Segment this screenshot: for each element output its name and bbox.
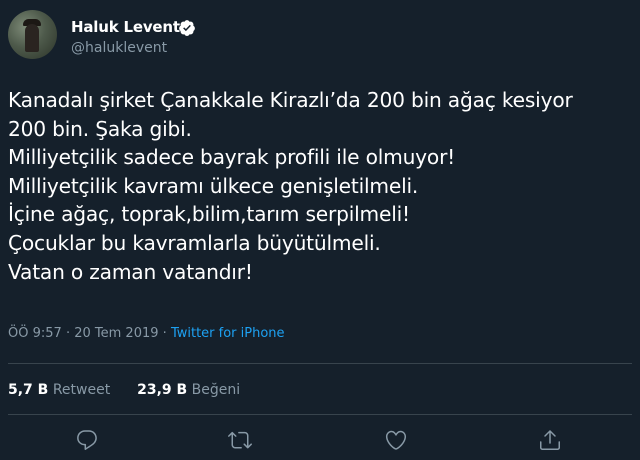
tweet-line: Vatan o zaman vatandır! [8, 259, 253, 284]
verified-badge-icon [178, 19, 196, 37]
tweet-time[interactable]: ÖÖ 9:57 [8, 326, 62, 341]
retweet-stat[interactable]: 5,7 B Retweet [8, 382, 115, 398]
divider [8, 363, 632, 364]
tweet-line: İçine ağaç, toprak,bilim,tarım serpilmel… [8, 202, 410, 227]
heart-icon [385, 430, 407, 450]
avatar-figure [25, 24, 39, 52]
tweet-text: Kanadalı şirket Çanakkale Kirazlı’da 200… [8, 86, 633, 286]
tweet-line: 200 bin. Şaka gibi. [8, 116, 192, 141]
retweet-count: 5,7 B [8, 382, 49, 398]
share-icon [540, 430, 560, 450]
tweet-meta: ÖÖ 9:57 · 20 Tem 2019 · Twitter for iPho… [8, 326, 285, 341]
display-name[interactable]: Haluk Levent [71, 18, 180, 36]
divider [8, 414, 632, 415]
retweet-button[interactable] [228, 428, 254, 454]
tweet-line: Çocuklar bu kavramlarla büyütülmeli. [8, 230, 381, 255]
like-button[interactable] [384, 428, 410, 454]
avatar[interactable] [8, 10, 57, 59]
like-label: Beğeni [191, 382, 241, 398]
like-stat[interactable]: 23,9 B Beğeni [137, 382, 240, 398]
retweet-label: Retweet [52, 382, 111, 398]
tweet-stats: 5,7 B Retweet 23,9 B Beğeni [8, 382, 240, 398]
retweet-icon [228, 431, 252, 449]
tweet-line: Milliyetçilik sadece bayrak profili ile … [8, 145, 456, 170]
share-button[interactable] [538, 428, 564, 454]
meta-separator: · [65, 326, 71, 341]
meta-separator: · [162, 326, 167, 341]
action-bar [0, 428, 640, 458]
tweet-date[interactable]: 20 Tem 2019 [74, 326, 158, 341]
tweet-line: Kanadalı şirket Çanakkale Kirazlı’da 200… [8, 88, 573, 112]
tweet-line: Milliyetçilik kavramı ülkece genişletilm… [8, 173, 419, 198]
user-handle[interactable]: @haluklevent [71, 40, 167, 56]
tweet-source-link[interactable]: Twitter for iPhone [171, 326, 285, 341]
reply-icon [77, 430, 97, 450]
like-count: 23,9 B [137, 382, 188, 398]
reply-button[interactable] [75, 428, 101, 454]
